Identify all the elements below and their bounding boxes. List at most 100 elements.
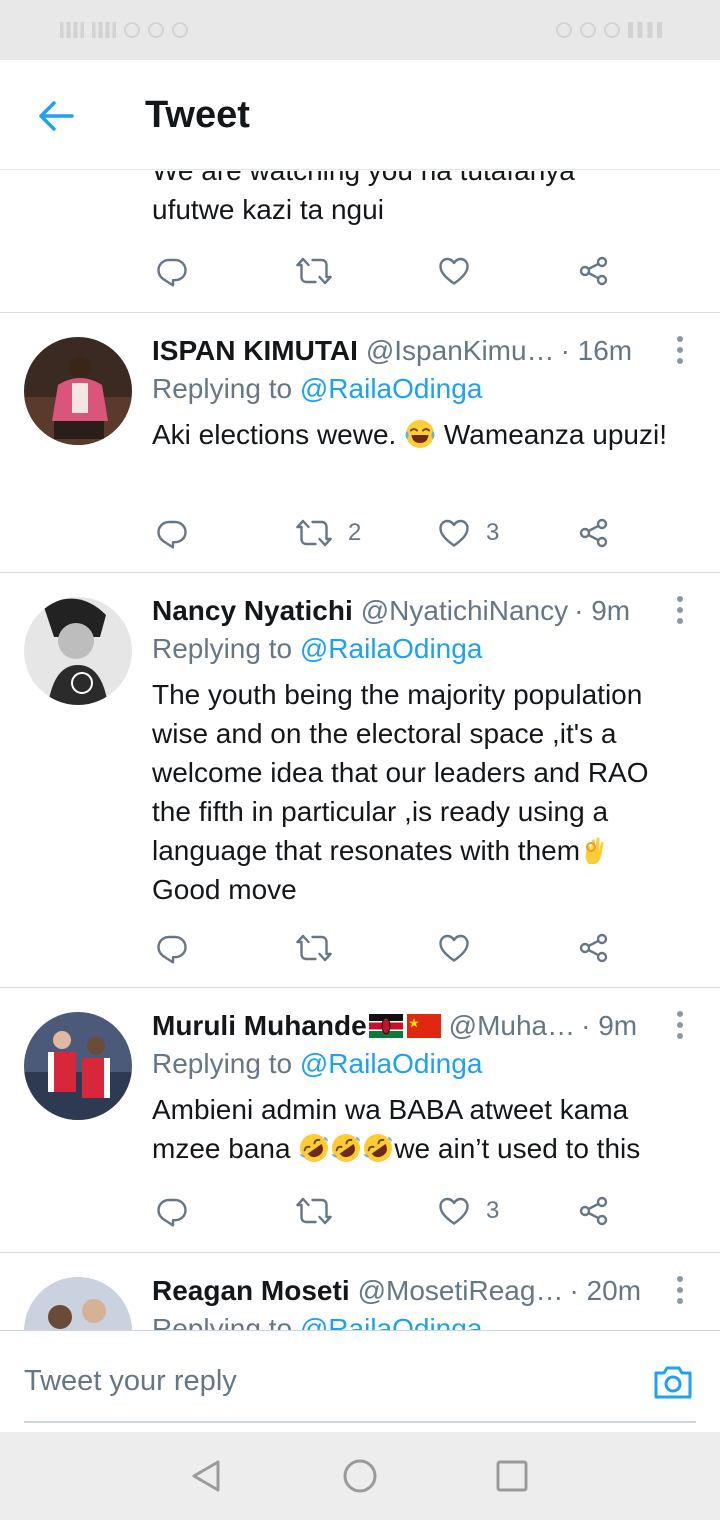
reply-button[interactable]: [156, 1191, 188, 1231]
more-button[interactable]: [670, 333, 690, 367]
replying-to: Replying to @RailaOdinga: [152, 373, 482, 405]
share-button[interactable]: [578, 928, 610, 968]
tweet-item[interactable]: Nancy Nyatichi @NyatichiNancy · 9m Reply…: [0, 573, 720, 988]
author-handle[interactable]: @MosetiReag…: [358, 1275, 564, 1307]
mention-link[interactable]: @RailaOdinga: [300, 1048, 483, 1079]
mention-link[interactable]: @RailaOdinga: [300, 633, 483, 664]
replying-prefix: Replying to: [152, 1313, 293, 1330]
share-icon: [578, 255, 610, 287]
more-button[interactable]: [670, 1273, 690, 1307]
share-icon: [578, 932, 610, 964]
retweet-button[interactable]: [296, 928, 348, 968]
wifi-icon: [124, 22, 140, 38]
page-title: Tweet: [145, 94, 250, 136]
ok-hand-emoji-icon: [580, 834, 612, 866]
rofl-emoji-icon: [330, 1132, 362, 1164]
tweet-item[interactable]: ISPAN KIMUTAI @IspanKimu… · 16m Replying…: [0, 313, 720, 573]
like-button[interactable]: [438, 251, 470, 291]
rofl-emoji-icon: [362, 1132, 394, 1164]
tweet-actions: [152, 251, 622, 291]
more-icon: [677, 336, 683, 342]
share-button[interactable]: [578, 513, 610, 553]
like-button[interactable]: 3: [438, 513, 499, 553]
tweet-actions: [152, 928, 622, 968]
reply-icon: [156, 1195, 188, 1227]
author-name[interactable]: Muruli Muhande: [152, 1010, 367, 1042]
mute-icon: [604, 22, 620, 38]
avatar[interactable]: [24, 337, 132, 445]
reply-input[interactable]: Tweet your reply: [24, 1355, 696, 1423]
reply-button[interactable]: [156, 513, 188, 553]
notification-icon: [148, 22, 164, 38]
tweet-header: Nancy Nyatichi @NyatichiNancy · 9m: [152, 593, 660, 629]
tweet-feed[interactable]: We are watching you na tutafanya ufutwe …: [0, 171, 720, 1330]
retweet-icon: [296, 932, 332, 964]
tweet-text-line: ufutwe kazi ta ngui: [152, 194, 384, 225]
back-arrow-icon: [39, 101, 74, 131]
mention-link[interactable]: @RailaOdinga: [300, 1313, 483, 1330]
replying-to: Replying to @RailaOdinga: [152, 633, 482, 665]
tweet-text: We are watching you na tutafanya ufutwe …: [152, 171, 692, 229]
like-icon: [438, 255, 470, 287]
author-name[interactable]: Reagan Moseti: [152, 1275, 350, 1307]
status-bar: [0, 0, 720, 60]
author-handle[interactable]: @NyatichiNancy: [361, 595, 568, 627]
tweet-time: · 20m: [569, 1275, 642, 1306]
tweet-text: The youth being the majority population …: [152, 675, 687, 909]
tweet-item[interactable]: Muruli Muhande @Muha… · 9m Replying to @…: [0, 988, 720, 1253]
tweet-partial[interactable]: We are watching you na tutafanya ufutwe …: [0, 171, 720, 313]
more-button[interactable]: [670, 1008, 690, 1042]
tweet-item[interactable]: Reagan Moseti @MosetiReag… · 20m Replyin…: [0, 1253, 720, 1330]
more-icon: [677, 596, 683, 602]
retweet-button[interactable]: [296, 1191, 348, 1231]
reply-icon: [156, 255, 188, 287]
tweet-header: Muruli Muhande @Muha… · 9m: [152, 1008, 660, 1044]
retweet-button[interactable]: 2: [296, 513, 361, 553]
tweet-header: ISPAN KIMUTAI @IspanKimu… · 16m: [152, 333, 660, 369]
retweet-button[interactable]: [296, 251, 332, 291]
avatar[interactable]: [24, 597, 132, 705]
camera-icon[interactable]: [652, 1361, 694, 1403]
avatar-image: [24, 597, 132, 705]
tweet-text-part: Good move: [152, 874, 297, 905]
nav-home-icon[interactable]: [342, 1458, 378, 1494]
author-flags: [368, 1014, 441, 1038]
more-button[interactable]: [670, 593, 690, 627]
like-button[interactable]: 3: [438, 1191, 499, 1231]
share-icon: [578, 517, 610, 549]
avatar[interactable]: [24, 1277, 132, 1330]
tweet-text-part: Aki elections wewe.: [152, 419, 397, 450]
reply-icon: [156, 932, 188, 964]
mention-link[interactable]: @RailaOdinga: [300, 373, 483, 404]
like-icon: [438, 932, 470, 964]
avatar-image: [24, 1012, 132, 1120]
like-button[interactable]: [438, 928, 486, 968]
author-handle[interactable]: @IspanKimu…: [366, 335, 555, 367]
replying-prefix: Replying to: [152, 1048, 293, 1079]
replying-to: Replying to @RailaOdinga: [152, 1313, 482, 1330]
like-count: 3: [486, 1197, 500, 1224]
tweet-time: · 9m: [574, 595, 631, 626]
bluetooth-icon: [580, 22, 596, 38]
share-button[interactable]: [578, 251, 610, 291]
author-handle[interactable]: @Muha…: [449, 1010, 575, 1042]
nav-recents-icon[interactable]: [494, 1458, 530, 1494]
share-button[interactable]: [578, 1191, 610, 1231]
retweet-icon: [296, 1195, 332, 1227]
reply-button[interactable]: [156, 928, 188, 968]
more-icon: [677, 1276, 683, 1282]
nav-back-icon[interactable]: [188, 1458, 224, 1494]
back-button[interactable]: [30, 90, 82, 142]
tweet-time: · 16m: [560, 335, 633, 366]
china-flag-icon: [406, 1014, 441, 1038]
tweet-actions: 2 3: [152, 513, 622, 553]
author-name[interactable]: ISPAN KIMUTAI: [152, 335, 358, 367]
tweet-text-part: we ain’t used to this: [394, 1133, 641, 1164]
replying-prefix: Replying to: [152, 373, 293, 404]
rofl-emoji-icon: [298, 1132, 330, 1164]
reply-button[interactable]: [156, 251, 188, 291]
avatar[interactable]: [24, 1012, 132, 1120]
author-name[interactable]: Nancy Nyatichi: [152, 595, 353, 627]
retweet-icon: [296, 517, 332, 549]
tweet-header: Reagan Moseti @MosetiReag… · 20m: [152, 1273, 660, 1309]
